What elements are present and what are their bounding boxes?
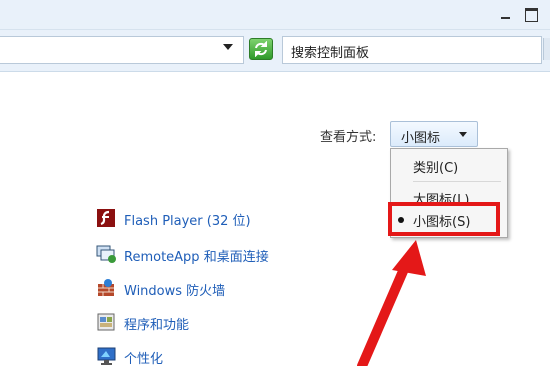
list-item-label: RemoteApp 和桌面连接 xyxy=(124,250,269,265)
refresh-button[interactable] xyxy=(249,38,273,60)
personalization-icon xyxy=(96,346,118,366)
search-input[interactable]: 搜索控制面板 xyxy=(282,36,542,64)
search-placeholder: 搜索控制面板 xyxy=(291,46,370,61)
search-button[interactable] xyxy=(543,38,550,60)
highlight-box xyxy=(388,202,500,236)
menu-item-category[interactable]: 类别(C) xyxy=(413,157,458,176)
list-item-label: Flash Player (32 位) xyxy=(124,214,251,229)
chevron-down-icon xyxy=(459,132,467,137)
list-item[interactable]: RemoteApp 和桌面连接 xyxy=(96,244,356,266)
minimize-button[interactable] xyxy=(495,4,517,24)
view-by-dropdown[interactable]: 小图标 xyxy=(390,121,478,147)
maximize-button[interactable] xyxy=(520,4,542,24)
list-item-label: 程序和功能 xyxy=(124,318,190,333)
view-by-label: 查看方式: xyxy=(320,130,377,145)
list-item-label: 个性化 xyxy=(124,352,164,366)
menu-separator xyxy=(413,181,501,182)
firewall-icon xyxy=(96,278,118,298)
address-bar: 搜索控制面板 xyxy=(0,30,550,72)
address-field[interactable] xyxy=(0,36,244,64)
title-bar xyxy=(0,0,550,30)
address-dropdown-icon[interactable] xyxy=(223,44,233,50)
list-item[interactable]: Windows 防火墙 xyxy=(96,278,356,300)
list-item[interactable]: 程序和功能 xyxy=(96,312,356,334)
view-by-value: 小图标 xyxy=(401,131,441,146)
list-item[interactable]: 个性化 xyxy=(96,346,356,366)
list-item[interactable]: Flash Player (32 位) xyxy=(96,208,356,230)
programs-icon xyxy=(96,312,118,332)
refresh-icon xyxy=(255,41,267,57)
list-item-label: Windows 防火墙 xyxy=(124,284,226,299)
remoteapp-icon xyxy=(96,244,118,264)
flash-icon xyxy=(96,208,118,228)
